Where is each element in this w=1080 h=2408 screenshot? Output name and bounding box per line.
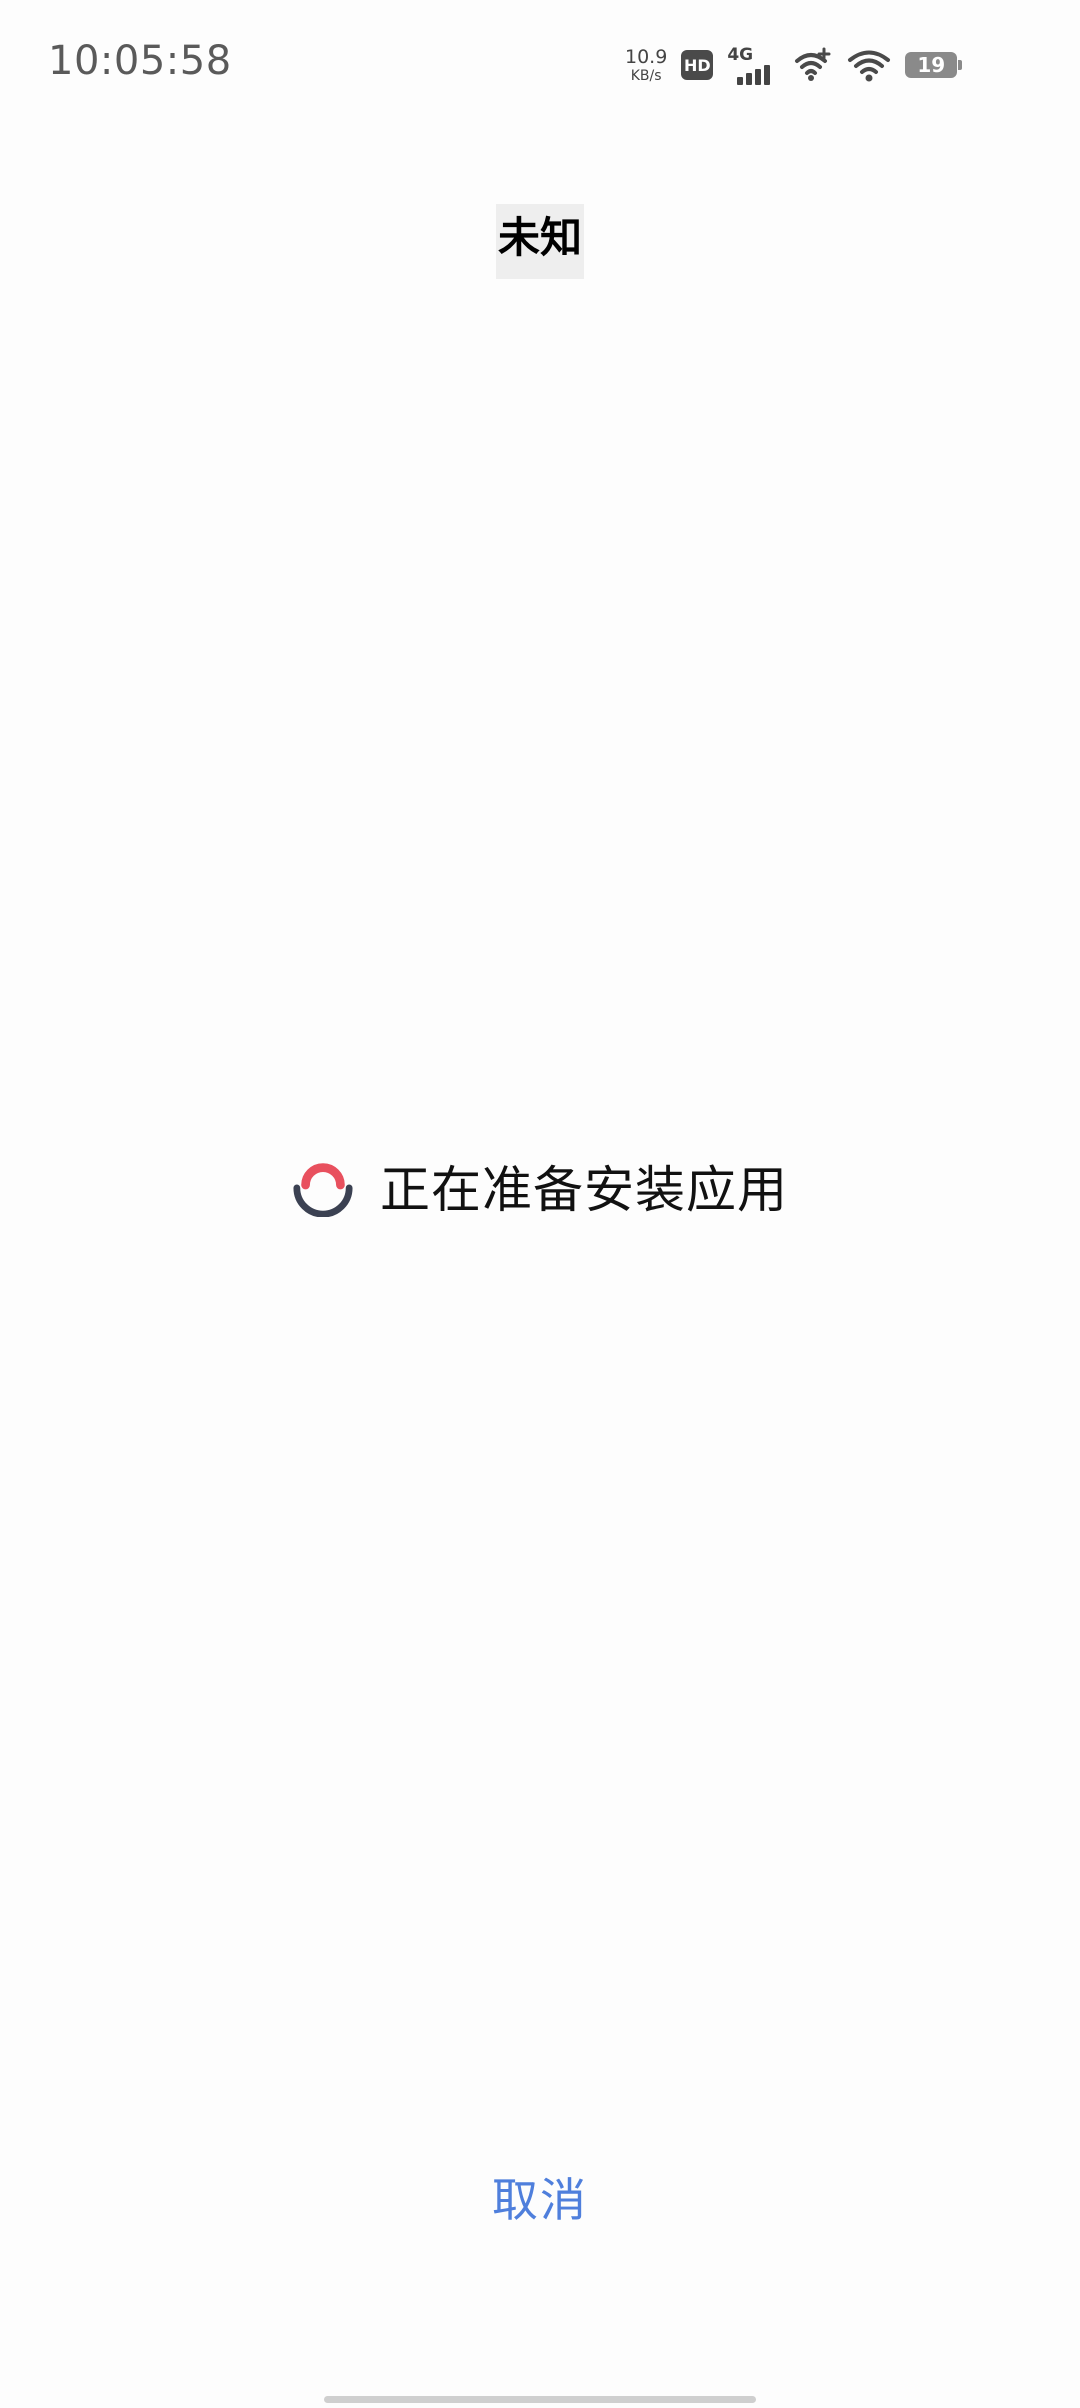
network-speed: 10.9 KB/s <box>625 45 668 84</box>
status-icons: 10.9 KB/s HD 4G 19 <box>625 40 963 90</box>
hd-icon: HD <box>681 50 714 80</box>
cellular-signal-icon: 4G <box>727 45 779 85</box>
page-title-container: 未知 <box>0 204 1080 279</box>
home-indicator[interactable] <box>324 2396 756 2403</box>
status-bar: 10:05:58 10.9 KB/s HD 4G 19 <box>0 0 1080 130</box>
signal-bars <box>737 65 771 85</box>
cancel-button[interactable]: 取消 <box>440 2155 640 2239</box>
status-time: 10:05:58 <box>48 38 232 84</box>
wifi-icon <box>848 50 891 82</box>
battery-icon: 19 <box>905 52 963 78</box>
page-title: 未知 <box>495 204 584 279</box>
wifi-plus-icon <box>795 47 831 81</box>
loading-spinner-icon <box>293 1163 353 1217</box>
network-speed-unit: KB/s <box>630 67 662 84</box>
install-status: 正在准备安装应用 <box>0 1150 1080 1222</box>
install-status-text: 正在准备安装应用 <box>380 1161 788 1219</box>
network-speed-value: 10.9 <box>625 45 668 68</box>
network-type-label: 4G <box>727 45 754 65</box>
